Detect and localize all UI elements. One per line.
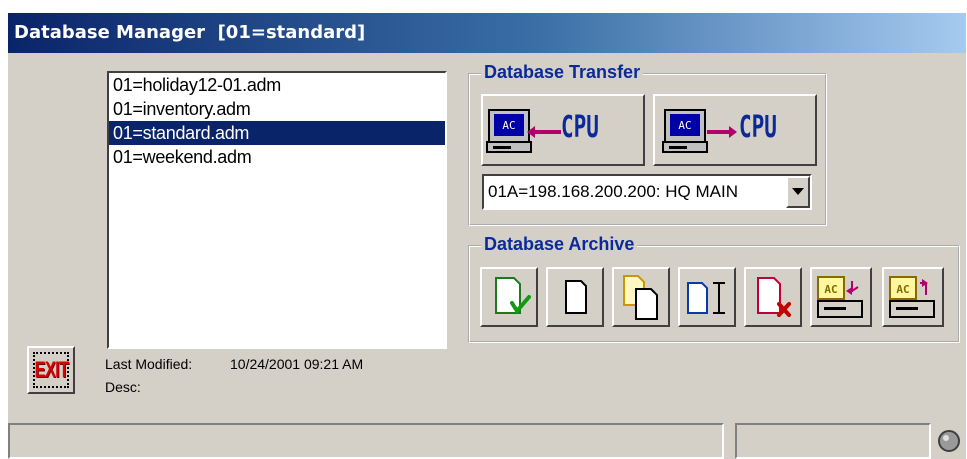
transfer-from-cpu-button[interactable]: AC CPU [481,94,645,166]
title-bar: Database Manager [01=standard] [8,13,966,53]
connection-status-indicator-icon [938,430,960,452]
database-archive-label: Database Archive [481,234,638,255]
dropdown-arrow-button[interactable] [786,176,810,208]
rename-database-button[interactable] [678,267,736,327]
last-modified-value: 10/24/2001 09:21 AM [230,356,364,372]
copy-database-button[interactable] [612,267,670,327]
archive-restore-icon: AC [889,276,935,318]
pc-screen-label: AC [824,283,837,296]
connection-select-value: 01A=198.168.200.200: HQ MAIN [488,182,738,201]
delete-document-icon [757,277,791,317]
chevron-down-icon [792,188,804,195]
desc-label: Desc: [105,379,141,395]
verify-document-icon [495,277,531,315]
exit-button[interactable]: EXIT [27,346,75,394]
verify-database-button[interactable] [480,267,538,327]
archive-save-button[interactable]: AC [810,267,872,327]
database-transfer-label: Database Transfer [481,62,644,83]
cpu-label: CPU [561,110,599,145]
delete-database-button[interactable] [744,267,802,327]
archive-save-icon: AC [817,276,863,318]
list-item[interactable]: 01=holiday12-01.adm [109,73,445,97]
pc-screen-label: AC [502,119,515,132]
copy-document-icon [623,275,658,320]
status-bar-message [8,423,724,459]
pc-screen-label: AC [678,119,691,132]
transfer-to-cpu-button[interactable]: AC CPU [653,94,817,166]
status-bar-panel [735,423,931,459]
connection-select[interactable]: 01A=198.168.200.200: HQ MAIN [482,174,812,210]
database-file-list[interactable]: 01=holiday12-01.adm 01=inventory.adm 01=… [107,71,447,349]
last-modified-label: Last Modified: [105,356,193,372]
rename-document-icon [687,282,725,314]
archive-restore-button[interactable]: AC [882,267,944,327]
list-item[interactable]: 01=inventory.adm [109,97,445,121]
window-title: Database Manager [01=standard] [14,22,366,43]
cpu-label: CPU [739,110,777,145]
list-item[interactable]: 01=weekend.adm [109,145,445,169]
upload-to-cpu-icon: AC [662,109,737,153]
new-document-icon [565,280,587,314]
exit-focus-rect: EXIT [33,352,69,388]
new-database-button[interactable] [546,267,604,327]
exit-label: EXIT [34,357,68,382]
pc-screen-label: AC [896,283,909,296]
list-item-selected[interactable]: 01=standard.adm [109,121,445,145]
database-manager-window: Database Manager [01=standard] 01=holida… [8,13,966,459]
